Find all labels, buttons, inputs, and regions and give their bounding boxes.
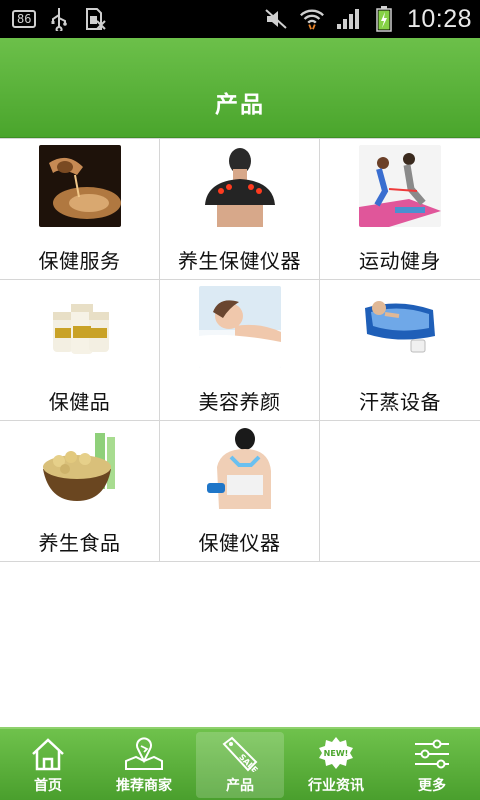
- sliders-icon: [412, 735, 452, 773]
- sleeping-woman-photo: [198, 286, 281, 368]
- product-item-health-service[interactable]: 保健服务: [0, 139, 160, 280]
- product-grid: 保健服务 养生保健仪器 运动健身 保健品 美容养颜 汗蒸设备 养生食品 保健仪器: [0, 138, 480, 562]
- product-item-fitness[interactable]: 运动健身: [320, 139, 480, 280]
- app-header: 产品: [0, 38, 480, 138]
- nav-label: 推荐商家: [116, 777, 172, 794]
- nav-industry-news[interactable]: NEW! 行业资讯: [288, 729, 384, 800]
- page-title: 产品: [215, 92, 265, 118]
- nav-home[interactable]: 首页: [0, 729, 96, 800]
- sale-tag-icon: SALE: [220, 735, 260, 773]
- sim-card-icon: [82, 6, 108, 32]
- map-pin-icon: [124, 735, 164, 773]
- nav-label: 产品: [226, 777, 254, 794]
- status-clock: 10:28: [406, 4, 472, 33]
- supplement-bottles-photo: [38, 286, 121, 368]
- product-label: 养生保健仪器: [178, 249, 301, 273]
- product-item-beauty[interactable]: 美容养颜: [160, 280, 320, 421]
- bottom-nav: 首页 推荐商家 SALE 产品 NEW! 行业资讯 更多: [0, 727, 480, 800]
- nav-active-highlight: SALE 产品: [196, 731, 284, 798]
- product-item-supplements[interactable]: 保健品: [0, 280, 160, 421]
- wifi-icon: [299, 6, 325, 32]
- product-item-health-instrument[interactable]: 养生保健仪器: [160, 139, 320, 280]
- new-badge-icon: NEW!: [316, 735, 356, 773]
- battery-charging-icon: [371, 6, 397, 32]
- product-label: 汗蒸设备: [359, 390, 441, 414]
- home-icon: [28, 735, 68, 773]
- status-left: 86: [12, 6, 108, 32]
- nav-recommended-merchants[interactable]: 推荐商家: [96, 729, 192, 800]
- nav-label: 更多: [418, 777, 446, 794]
- product-item-health-food[interactable]: 养生食品: [0, 421, 160, 562]
- neck-massager-photo: [198, 427, 281, 509]
- product-label: 保健服务: [38, 249, 121, 273]
- status-right: 10:28: [263, 5, 472, 34]
- product-item-steam-equipment[interactable]: 汗蒸设备: [320, 280, 480, 421]
- nav-label: 行业资讯: [308, 777, 364, 794]
- heated-shoulder-pad-photo: [198, 145, 281, 227]
- product-label: 美容养颜: [198, 390, 281, 414]
- product-label: 保健仪器: [198, 531, 281, 555]
- status-bar: 86 10:28: [0, 0, 480, 38]
- product-label: 养生食品: [38, 531, 121, 555]
- new-badge-text: NEW!: [324, 749, 349, 758]
- nav-products[interactable]: SALE 产品: [192, 729, 288, 800]
- usb-icon: [46, 6, 72, 32]
- fitness-couple-photo: [359, 145, 441, 227]
- mute-icon: [263, 6, 289, 32]
- notification-badge-icon: 86: [12, 10, 37, 28]
- nav-label: 首页: [34, 777, 62, 794]
- product-item-health-device[interactable]: 保健仪器: [160, 421, 320, 562]
- nuts-bowl-photo: [38, 427, 121, 509]
- spa-massage-photo: [38, 145, 121, 227]
- signal-icon: [335, 6, 361, 32]
- product-label: 保健品: [48, 390, 111, 414]
- empty-cell: [320, 421, 480, 562]
- steam-tub-photo: [359, 286, 441, 368]
- nav-more[interactable]: 更多: [384, 729, 480, 800]
- product-label: 运动健身: [359, 249, 441, 273]
